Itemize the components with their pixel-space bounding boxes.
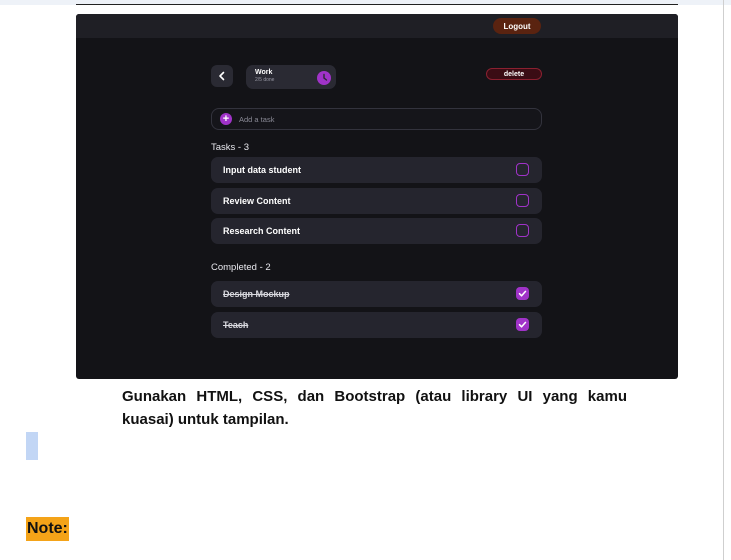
check-icon bbox=[518, 290, 527, 297]
check-icon bbox=[518, 321, 527, 328]
logout-button[interactable]: Logout bbox=[493, 18, 541, 34]
task-label: Teach bbox=[223, 320, 249, 330]
list-progress: 2/5 done bbox=[255, 77, 275, 83]
completed-heading: Completed - 2 bbox=[211, 262, 271, 273]
task-checkbox-checked[interactable] bbox=[516, 318, 529, 331]
task-checkbox[interactable] bbox=[516, 224, 529, 237]
note-label: Note: bbox=[26, 517, 69, 541]
text-cursor-selection bbox=[26, 432, 38, 460]
task-label: Research Content bbox=[223, 226, 301, 236]
back-button[interactable] bbox=[211, 65, 233, 87]
completed-task-item[interactable]: Teach bbox=[211, 312, 542, 338]
task-item[interactable]: Review Content bbox=[211, 188, 542, 214]
task-label: Design Mockup bbox=[223, 289, 290, 299]
clock-icon bbox=[317, 71, 331, 85]
task-label: Input data student bbox=[223, 165, 301, 175]
completed-task-item[interactable]: Design Mockup bbox=[211, 281, 542, 307]
app-top-bar: Logout bbox=[76, 14, 678, 38]
plus-icon[interactable]: + bbox=[220, 113, 232, 125]
instruction-text: Gunakan HTML, CSS, dan Bootstrap (atau l… bbox=[122, 388, 627, 428]
todo-app-screenshot: Logout Work 2/5 done delete + Add a task… bbox=[76, 14, 678, 379]
task-item[interactable]: Input data student bbox=[211, 157, 542, 183]
task-checkbox-checked[interactable] bbox=[516, 287, 529, 300]
page-edge bbox=[723, 0, 724, 560]
delete-list-button[interactable]: delete bbox=[486, 68, 542, 80]
add-task-input[interactable]: + Add a task bbox=[211, 108, 542, 130]
task-checkbox[interactable] bbox=[516, 163, 529, 176]
list-selector[interactable]: Work 2/5 done bbox=[246, 65, 336, 89]
top-rule bbox=[76, 4, 678, 5]
list-name: Work bbox=[255, 69, 273, 76]
tasks-heading: Tasks - 3 bbox=[211, 142, 250, 153]
chevron-left-icon bbox=[219, 71, 225, 81]
task-label: Review Content bbox=[223, 196, 291, 206]
add-task-placeholder: Add a task bbox=[239, 115, 275, 124]
task-item[interactable]: Research Content bbox=[211, 218, 542, 244]
task-checkbox[interactable] bbox=[516, 194, 529, 207]
